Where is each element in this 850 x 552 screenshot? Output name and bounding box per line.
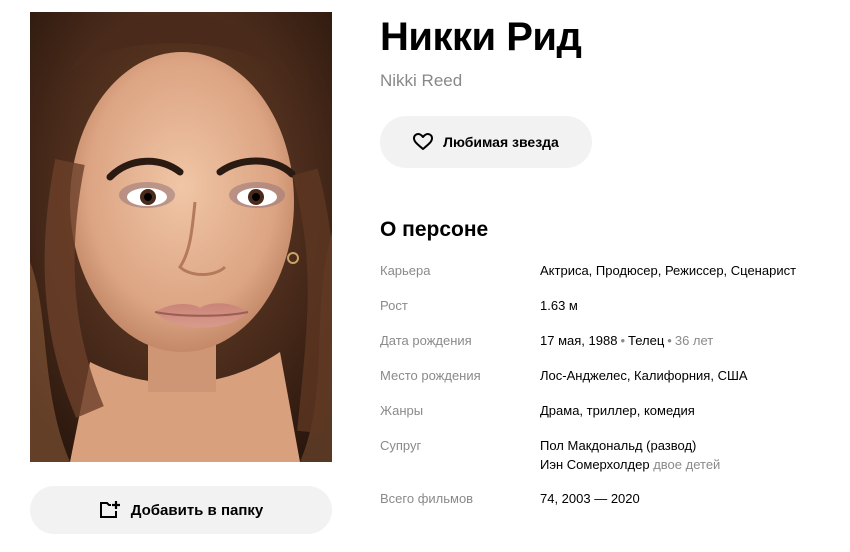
info-label: Карьера	[380, 263, 431, 278]
person-photo	[30, 12, 332, 462]
info-value: 1.63 м	[540, 298, 578, 313]
info-value[interactable]: Лос-Анджелес, Калифорния, США	[540, 366, 748, 385]
birth-date-link[interactable]: 17 мая, 1988	[540, 333, 617, 348]
add-to-folder-label: Добавить в папку	[130, 501, 264, 519]
heart-outline-icon	[413, 133, 434, 151]
info-label: Дата рождения	[380, 333, 472, 348]
age-text: 36 лет	[674, 333, 714, 348]
info-label: Место рождения	[380, 368, 481, 383]
info-value[interactable]: Драма, триллер, комедия	[540, 401, 695, 420]
about-section-title: О персоне	[380, 218, 489, 241]
add-to-folder-button[interactable]: Добавить в папку	[30, 486, 332, 534]
info-value[interactable]: Актриса, Продюсер, Режиссер, Сценарист	[540, 261, 796, 280]
separator-dot: •	[620, 333, 625, 348]
info-label: Всего фильмов	[380, 491, 474, 506]
info-value: Пол Макдональд (развод) Иэн Сомерхолдер …	[540, 436, 720, 474]
person-name: Никки Рид	[380, 15, 582, 59]
info-label: Жанры	[380, 403, 424, 418]
info-label: Супруг	[380, 438, 422, 453]
favorite-star-label: Любимая звезда	[443, 134, 559, 150]
zodiac-sign-link[interactable]: Телец	[628, 333, 664, 348]
spouse-link[interactable]: Иэн Сомерхолдер	[540, 457, 650, 472]
info-value[interactable]: 74, 2003 — 2020	[540, 489, 640, 508]
favorite-star-button[interactable]: Любимая звезда	[380, 116, 592, 168]
info-value: 17 мая, 1988 • Телец • 36 лет	[540, 331, 713, 350]
spouse-link[interactable]: Пол Макдональд (развод)	[540, 438, 696, 453]
info-label: Рост	[380, 298, 408, 313]
spouse-note: двое детей	[653, 457, 721, 472]
separator-dot: •	[667, 333, 672, 348]
folder-plus-icon	[99, 500, 121, 520]
person-original-name: Nikki Reed	[380, 71, 463, 90]
